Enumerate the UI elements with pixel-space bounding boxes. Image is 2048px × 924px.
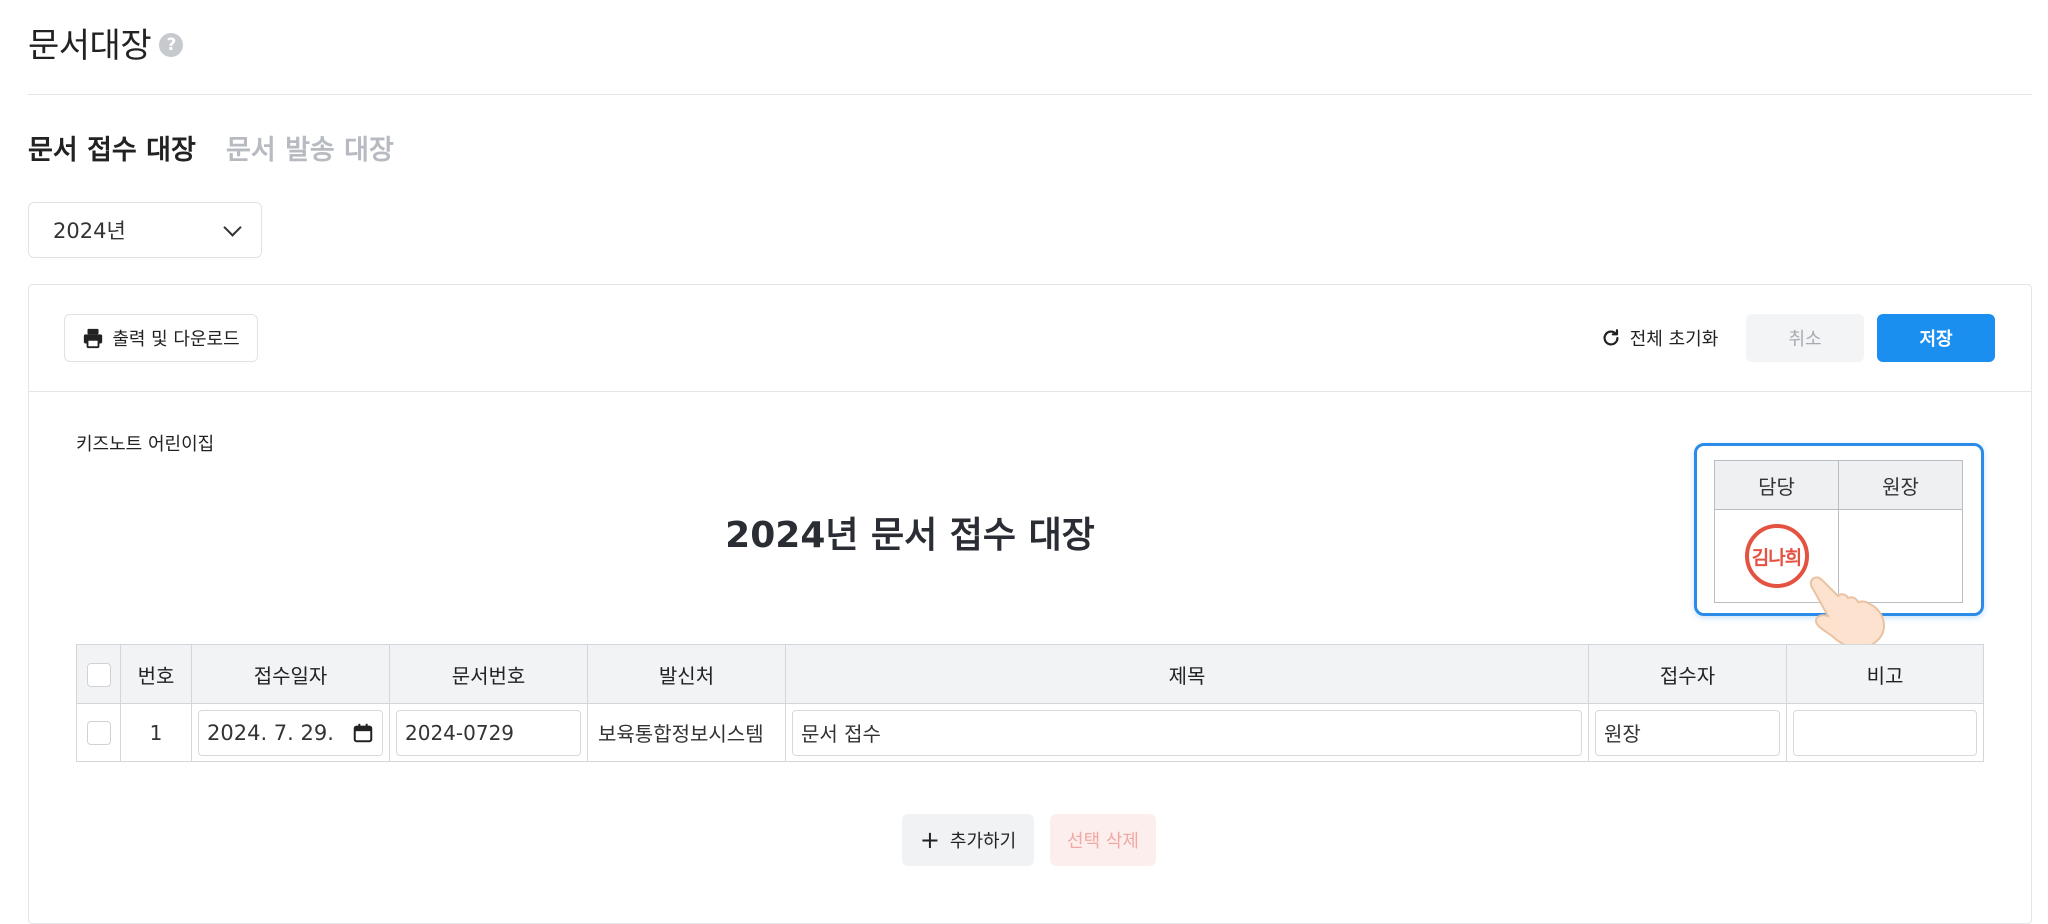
column-header-doc-number: 문서번호 <box>389 644 588 704</box>
row-checkbox[interactable] <box>86 721 111 746</box>
date-cell: 2024. 7. 29. <box>191 703 390 762</box>
reset-all-button[interactable]: 전체 초기화 <box>1594 314 1724 362</box>
select-all-cell <box>76 644 121 704</box>
tab-receive-ledger[interactable]: 문서 접수 대장 <box>28 128 196 167</box>
subject-input[interactable]: 문서 접수 <box>792 709 1582 756</box>
row-number: 1 <box>120 703 192 762</box>
print-download-button[interactable]: 출력 및 다운로드 <box>64 314 258 362</box>
cancel-button[interactable]: 취소 <box>1746 314 1864 362</box>
column-header-date: 접수일자 <box>191 644 390 704</box>
toolbar-divider <box>29 391 2031 392</box>
column-header-number: 번호 <box>120 644 192 704</box>
pointing-hand-icon <box>1809 576 1886 650</box>
receiver-input[interactable]: 원장 <box>1595 709 1780 756</box>
add-row-label: 추가하기 <box>949 831 1017 852</box>
sender-value[interactable]: 보육통합정보시스템 <box>594 718 779 747</box>
row-select-cell <box>76 703 121 762</box>
column-header-receiver: 접수자 <box>1588 644 1787 704</box>
chevron-down-icon <box>223 217 242 237</box>
delete-selected-button[interactable]: 선택 삭제 <box>1050 814 1156 866</box>
document-title: 2024년 문서 접수 대장 <box>725 515 1095 556</box>
note-input[interactable] <box>1793 709 1977 756</box>
subject-cell: 문서 접수 <box>785 703 1589 762</box>
question-circle-icon[interactable]: ? <box>159 32 184 57</box>
page-header: 문서대장 ? <box>28 18 184 67</box>
tab-send-ledger[interactable]: 문서 발송 대장 <box>226 128 394 167</box>
print-download-label: 출력 및 다운로드 <box>112 329 240 350</box>
approval-header-director: 원장 <box>1838 460 1963 510</box>
reset-all-label: 전체 초기화 <box>1629 329 1719 350</box>
save-button[interactable]: 저장 <box>1877 314 1995 362</box>
calendar-icon[interactable] <box>352 722 374 744</box>
table-header-row: 번호 접수일자 문서번호 발신처 제목 접수자 비고 <box>76 644 1984 704</box>
date-value: 2024. 7. 29. <box>207 720 334 745</box>
organization-name: 키즈노트 어린이집 <box>76 434 215 455</box>
refresh-icon <box>1603 329 1619 346</box>
date-input[interactable]: 2024. 7. 29. <box>198 709 383 756</box>
ledger-table: 번호 접수일자 문서번호 발신처 제목 접수자 비고 1 2024. 7. 29… <box>76 644 1984 762</box>
approval-stamp: 김나희 <box>1744 524 1809 588</box>
select-all-checkbox[interactable] <box>86 662 111 687</box>
sender-cell: 보육통합정보시스템 <box>587 703 786 762</box>
doc-number-cell: 2024-0729 <box>389 703 588 762</box>
approval-header-staff: 담당 <box>1714 460 1839 510</box>
year-select-value: 2024년 <box>53 219 126 243</box>
column-header-sender: 발신처 <box>587 644 786 704</box>
table-row: 1 2024. 7. 29. 2024-0729 보육통합정보시스템 문서 접수… <box>76 703 1984 762</box>
header-divider <box>28 94 2032 95</box>
receiver-cell: 원장 <box>1588 703 1787 762</box>
column-header-note: 비고 <box>1786 644 1984 704</box>
year-select[interactable]: 2024년 <box>28 202 262 258</box>
add-row-button[interactable]: + 추가하기 <box>902 814 1034 866</box>
plus-icon: + <box>919 826 940 854</box>
page-title: 문서대장 <box>28 26 152 66</box>
column-header-subject: 제목 <box>785 644 1589 704</box>
note-cell <box>1786 703 1984 762</box>
doc-number-input[interactable]: 2024-0729 <box>396 709 581 756</box>
printer-icon <box>84 328 103 349</box>
